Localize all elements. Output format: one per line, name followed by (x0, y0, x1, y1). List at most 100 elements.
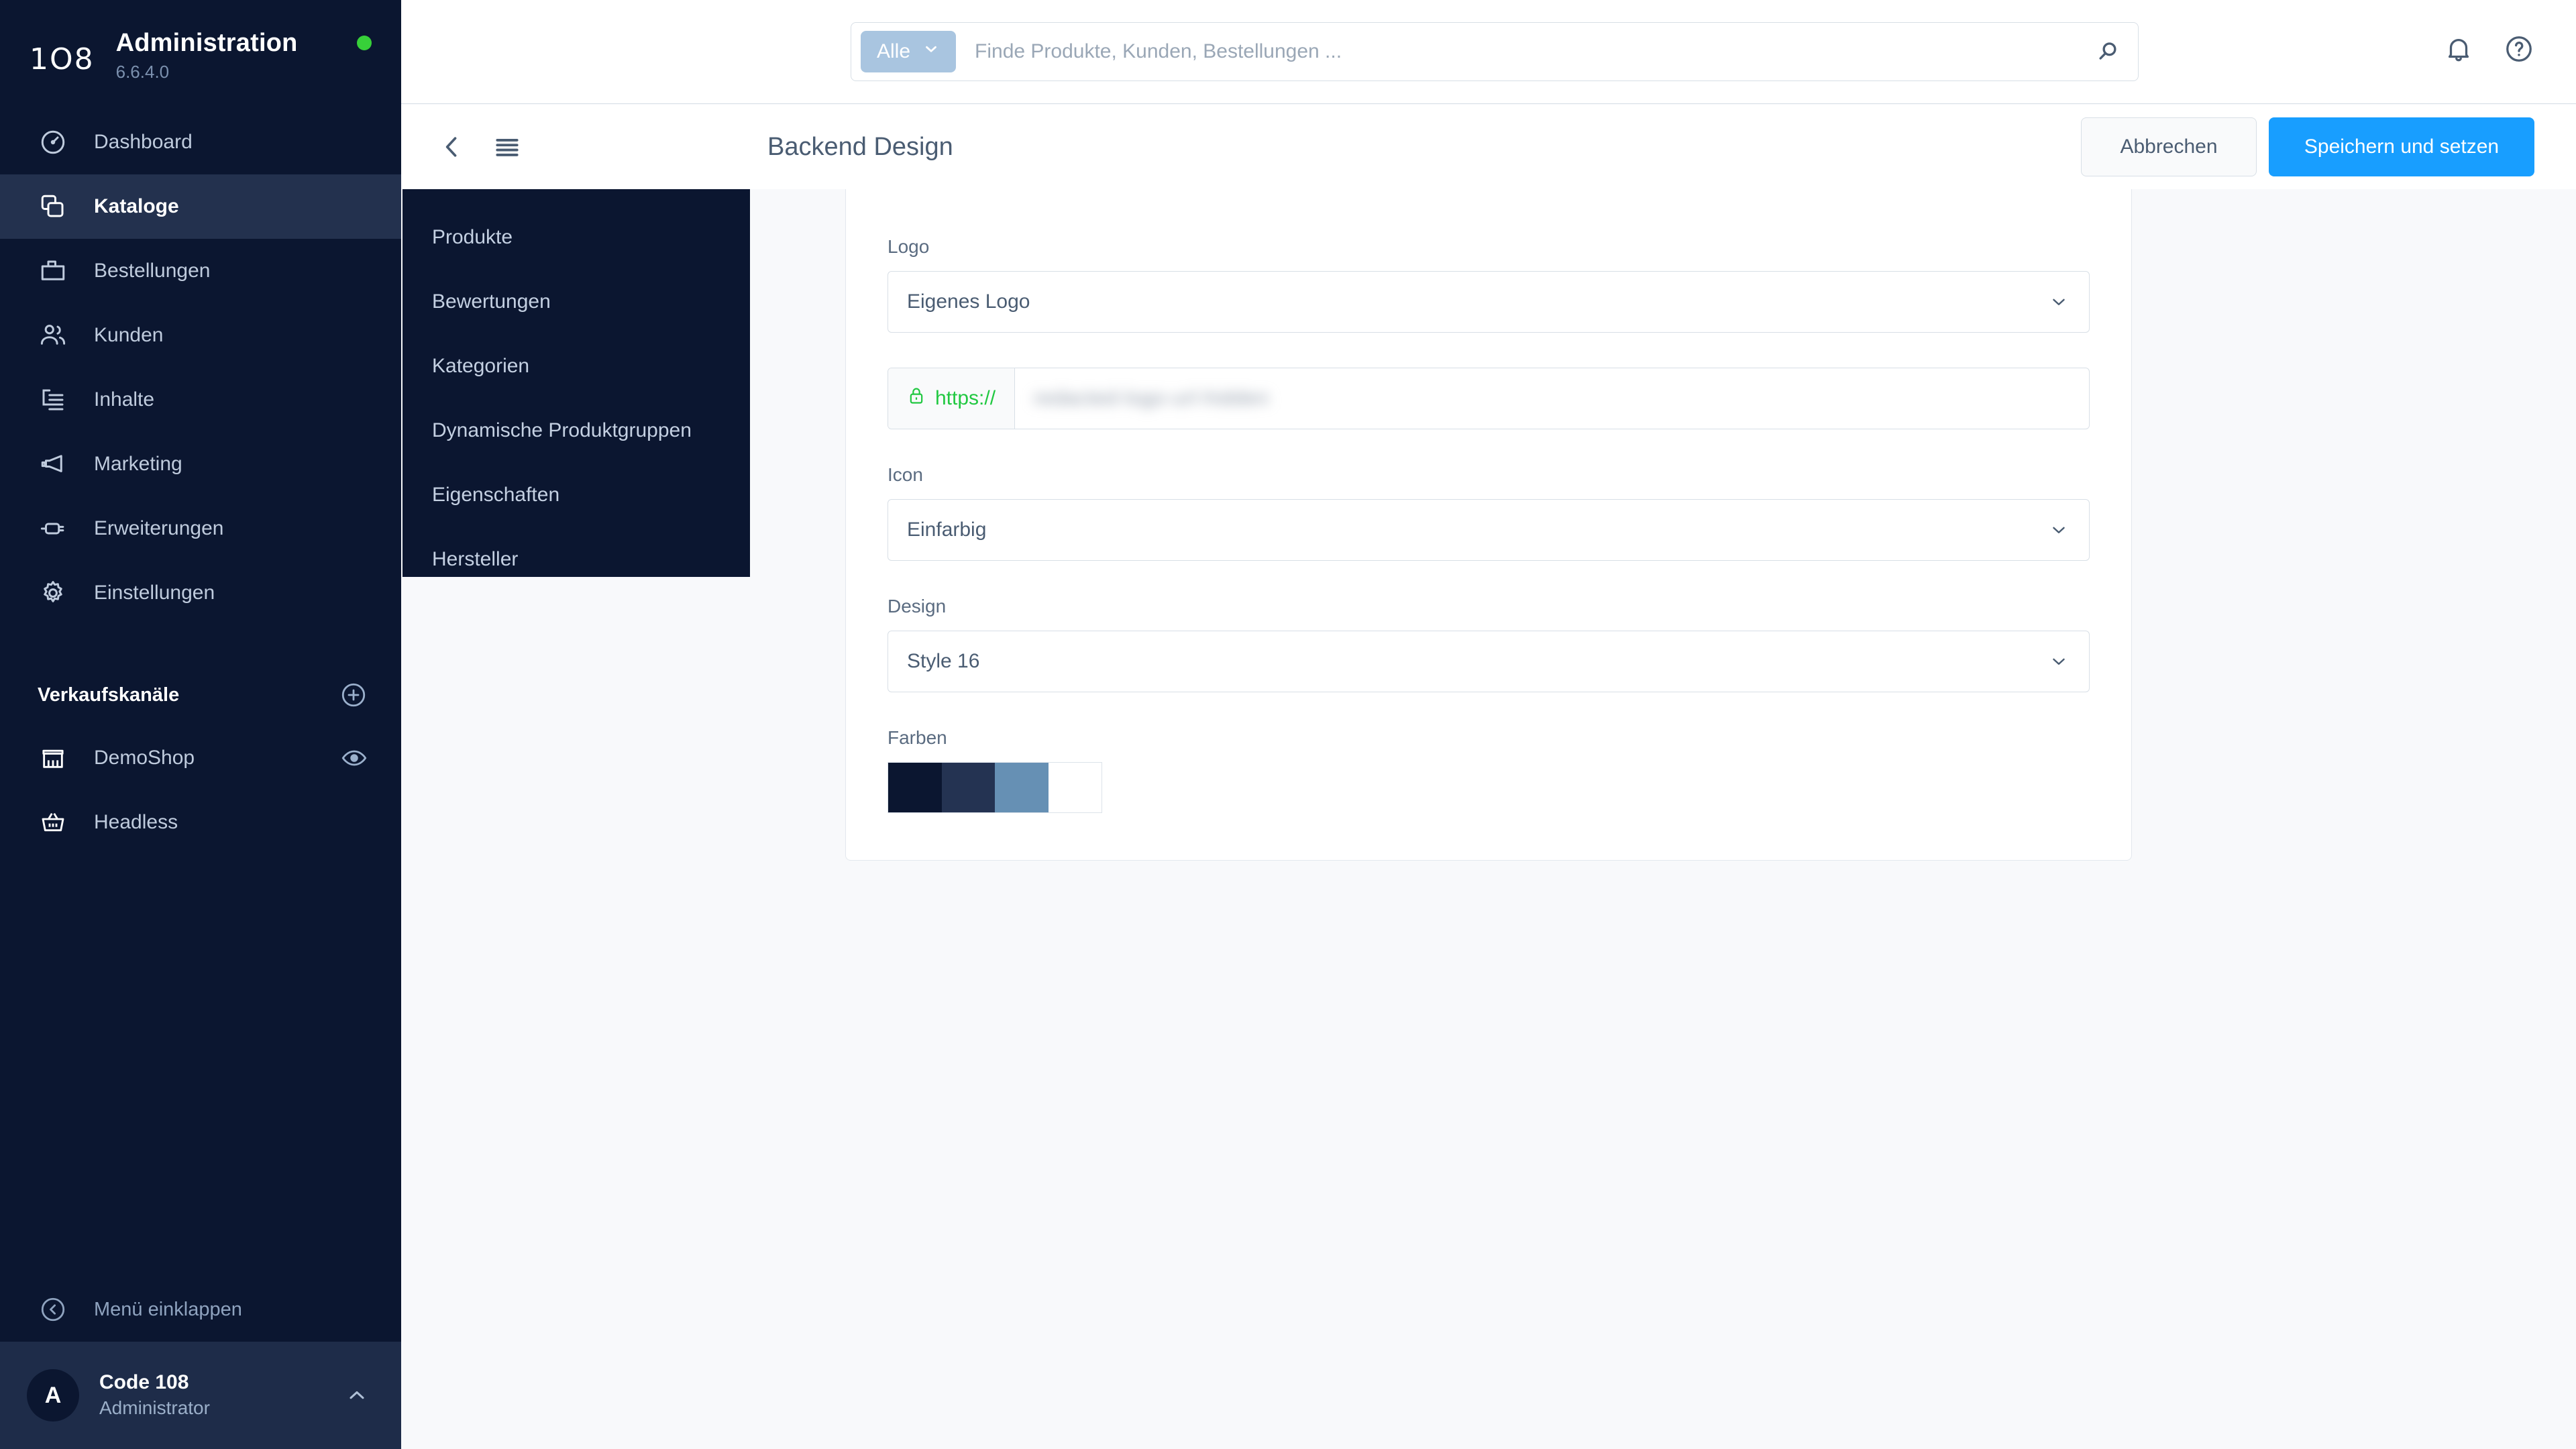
chevron-left-circle-icon (38, 1294, 68, 1325)
header-action-buttons: Abbrechen Speichern und setzen (2081, 117, 2534, 176)
color-swatch-3[interactable] (995, 763, 1049, 812)
sidebar-item-label: Bestellungen (94, 260, 211, 282)
chevron-up-icon[interactable] (345, 1383, 369, 1407)
sidebar-item-bestellungen[interactable]: Bestellungen (0, 239, 401, 303)
user-role: Administrator (99, 1397, 210, 1418)
sidebar-item-label: Inhalte (94, 388, 155, 411)
sales-channels-heading: Verkaufskanäle (38, 684, 180, 706)
main-navigation: Dashboard Kataloge Bestellungen Kunden I… (0, 110, 401, 625)
top-bar-actions (2443, 34, 2534, 64)
basket-icon (38, 807, 68, 838)
logo-select-value: Eigenes Logo (907, 290, 1030, 313)
icon-field: Icon Einfarbig (888, 464, 2090, 561)
submenu-item-bewertungen[interactable]: Bewertungen (402, 270, 750, 334)
color-swatch-2[interactable] (941, 763, 995, 812)
design-select[interactable]: Style 16 (888, 631, 2090, 692)
url-protocol-prefix: https:// (888, 368, 1016, 429)
sidebar-item-label: Erweiterungen (94, 517, 224, 539)
sidebar-item-label: Marketing (94, 453, 182, 475)
submenu-item-label: Hersteller (432, 548, 519, 570)
sidebar-item-inhalte[interactable]: Inhalte (0, 368, 401, 432)
logo-field-label: Logo (888, 236, 930, 257)
sales-channels-header: Verkaufskanäle (0, 664, 401, 726)
user-account-bar[interactable]: A Code 108 Administrator (0, 1342, 401, 1449)
color-swatch-row (888, 762, 1102, 813)
design-field-label: Design (888, 596, 947, 616)
plug-icon (38, 513, 68, 544)
save-button[interactable]: Speichern und setzen (2269, 117, 2534, 176)
search-scope-dropdown[interactable]: Alle (861, 31, 957, 72)
collapse-menu-button[interactable]: Menü einklappen (0, 1277, 401, 1342)
logo-url-field[interactable]: https:// redacted-logo-url-hidden (888, 368, 2090, 429)
brand-title: Administration (115, 28, 298, 57)
sidebar-item-label: Kataloge (94, 195, 179, 217)
sidebar-item-marketing[interactable]: Marketing (0, 432, 401, 496)
submenu-item-kategorien[interactable]: Kategorien (402, 334, 750, 398)
search-input[interactable] (975, 40, 2087, 63)
chevron-down-icon (922, 40, 940, 63)
sidebar-item-kataloge[interactable]: Kataloge (0, 174, 401, 239)
sidebar-item-erweiterungen[interactable]: Erweiterungen (0, 496, 401, 561)
submenu-item-label: Eigenschaften (432, 484, 560, 506)
sidebar-item-einstellungen[interactable]: Einstellungen (0, 561, 401, 625)
catalog-submenu-flyout: Produkte Bewertungen Kategorien Dynamisc… (402, 189, 750, 577)
page-title: Backend Design (767, 132, 953, 161)
sidebar-item-kunden[interactable]: Kunden (0, 303, 401, 368)
logo-field: Logo Eigenes Logo (888, 236, 2090, 333)
collapse-menu-label: Menü einklappen (94, 1298, 242, 1320)
chevron-down-icon (2049, 520, 2069, 540)
colors-field-label: Farben (888, 727, 947, 748)
avatar: A (27, 1369, 79, 1421)
logo-select[interactable]: Eigenes Logo (888, 271, 2090, 333)
submenu-item-label: Kategorien (432, 355, 530, 377)
lock-icon (907, 385, 926, 412)
sidebar-channel-label: DemoShop (94, 747, 195, 769)
icon-field-label: Icon (888, 464, 923, 485)
catalog-icon (38, 191, 68, 222)
icon-select[interactable]: Einfarbig (888, 499, 2090, 561)
submenu-item-dynamische-produktgruppen[interactable]: Dynamische Produktgruppen (402, 398, 750, 463)
color-swatch-4[interactable] (1048, 763, 1102, 812)
chevron-left-icon[interactable] (437, 132, 467, 162)
sidebar-item-label: Einstellungen (94, 582, 215, 604)
color-swatch-1[interactable] (888, 763, 942, 812)
chevron-down-icon (2049, 292, 2069, 312)
sidebar-item-dashboard[interactable]: Dashboard (0, 110, 401, 174)
colors-field: Farben (888, 727, 2090, 813)
cancel-button[interactable]: Abbrechen (2081, 117, 2257, 176)
search-icon[interactable] (2087, 31, 2129, 72)
url-protocol-text: https:// (935, 387, 996, 409)
backend-design-card: Logo Eigenes Logo https:// redacted-logo… (845, 189, 2132, 861)
submenu-item-eigenschaften[interactable]: Eigenschaften (402, 463, 750, 527)
sidebar-item-label: Kunden (94, 324, 164, 346)
sidebar-channel-demoshop[interactable]: DemoShop (0, 726, 401, 790)
submenu-item-label: Produkte (432, 226, 513, 248)
brand-logo: 1O8 (30, 42, 95, 76)
brand-block: 1O8 Administration 6.6.4.0 (0, 0, 401, 86)
megaphone-icon (38, 449, 68, 480)
help-circle-icon[interactable] (2504, 34, 2534, 64)
top-bar: Alle (401, 0, 2576, 104)
brand-text: Administration 6.6.4.0 (116, 29, 298, 84)
bag-icon (38, 256, 68, 286)
status-indicator-dot (357, 36, 372, 50)
gauge-icon (38, 127, 68, 158)
sidebar-channel-headless[interactable]: Headless (0, 790, 401, 855)
search-scope-label: Alle (877, 40, 911, 62)
bell-icon[interactable] (2443, 34, 2474, 64)
plus-circle-icon[interactable] (339, 681, 368, 709)
users-icon (38, 320, 68, 351)
gear-icon (38, 578, 68, 608)
content-icon (38, 384, 68, 415)
global-search-bar: Alle (851, 22, 2139, 81)
app-root: 1O8 Administration 6.6.4.0 Dashboard Kat… (0, 0, 2576, 1449)
icon-select-value: Einfarbig (907, 519, 987, 541)
sidebar: 1O8 Administration 6.6.4.0 Dashboard Kat… (0, 0, 401, 1449)
design-select-value: Style 16 (907, 650, 980, 672)
submenu-item-produkte[interactable]: Produkte (402, 205, 750, 270)
eye-icon[interactable] (341, 745, 368, 771)
submenu-item-label: Bewertungen (432, 290, 551, 313)
sidebar-channel-label: Headless (94, 811, 178, 833)
list-icon[interactable] (492, 132, 522, 162)
submenu-item-hersteller[interactable]: Hersteller (402, 527, 750, 592)
